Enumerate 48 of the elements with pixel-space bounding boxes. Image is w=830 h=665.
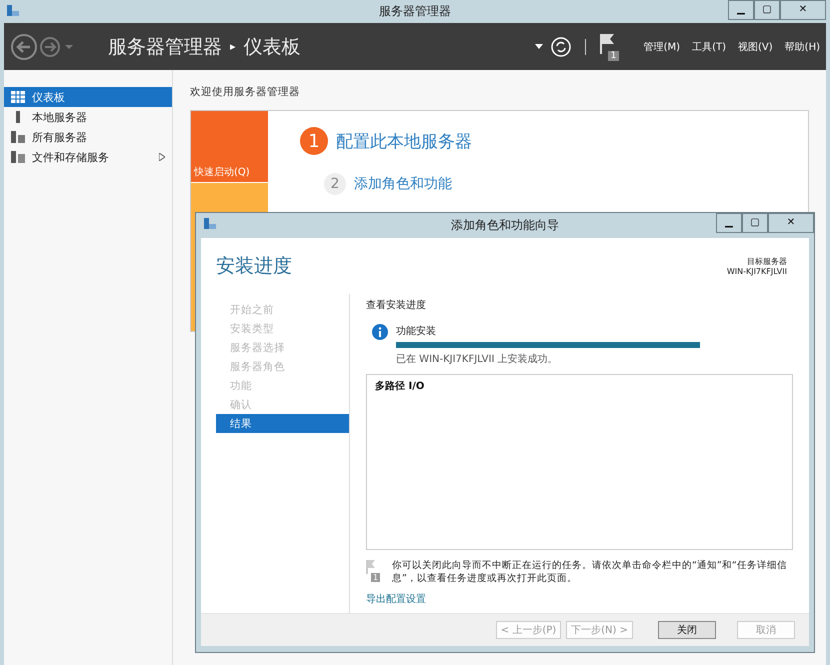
note-text: 你可以关闭此向导而不中断正在运行的任务。请依次单击命令栏中的“通知”和“任务详细信息”，以查看任务进度或再次打开此页面。 (392, 560, 788, 586)
sidebar-item[interactable]: 本地服务器 (4, 107, 172, 127)
back-forward-icon[interactable] (10, 32, 74, 60)
target-server-name: WIN-KJI7KFJLVII (726, 267, 787, 276)
servers-icon (11, 131, 25, 143)
flag-icon (366, 560, 378, 574)
breadcrumb-app[interactable]: 服务器管理器 (108, 34, 222, 60)
expand-arrow-icon[interactable] (159, 153, 165, 161)
storage-icon (11, 151, 25, 163)
step-link[interactable]: 添加角色和功能 (354, 175, 452, 193)
export-link[interactable]: 导出配置设置 (366, 592, 426, 606)
target-server-label: 目标服务器 (747, 256, 787, 267)
section-heading: 欢迎使用服务器管理器 (190, 85, 301, 99)
dropdown-caret-icon[interactable] (534, 44, 543, 49)
server-manager-icon (203, 217, 217, 231)
grid-icon (11, 91, 25, 103)
minimize-button[interactable]: ▁ (716, 213, 742, 233)
refresh-icon[interactable] (550, 36, 571, 56)
window-title: 添加角色和功能向导 (451, 217, 559, 234)
section-title: 查看安装进度 (366, 298, 427, 312)
result-item: 多路径 I/O (375, 380, 426, 393)
wizard-step[interactable]: 结果 (216, 414, 349, 433)
page-heading: 安装进度 (216, 254, 292, 279)
menu-item[interactable]: 管理(M) (644, 40, 680, 54)
notification-count: 1 (608, 50, 620, 60)
breadcrumb-separator: ▸ (230, 40, 236, 53)
breadcrumb-page: 仪表板 (244, 34, 301, 60)
progress-label: 功能安装 (396, 324, 437, 338)
step-number: 1 (300, 127, 328, 155)
menu-item[interactable]: 帮助(H) (784, 40, 820, 54)
status-text: 已在 WIN-KJI7KFJLVII 上安装成功。 (396, 352, 559, 366)
maximize-button[interactable]: ▢ (754, 0, 780, 20)
close-button[interactable]: ✕ (768, 213, 814, 233)
sidebar-item[interactable]: 文件和存储服务 (4, 147, 172, 167)
menu-item[interactable]: 工具(T) (692, 40, 726, 54)
window-title: 服务器管理器 (379, 3, 451, 20)
close-button[interactable]: ✕ (780, 0, 826, 20)
minimize-button[interactable]: ▁ (728, 0, 754, 20)
maximize-button[interactable]: ▢ (742, 213, 768, 233)
info-icon (372, 324, 388, 340)
sidebar-item[interactable]: 仪表板 (4, 87, 172, 107)
step-link[interactable]: 配置此本地服务器 (336, 130, 472, 152)
step-number: 2 (324, 173, 346, 195)
menu-item[interactable]: 视图(V) (738, 40, 773, 54)
wizard-button[interactable]: 关闭 (658, 621, 716, 639)
notification-count: 1 (371, 573, 380, 582)
sidebar-item[interactable]: 所有服务器 (4, 127, 172, 147)
server-manager-icon (6, 4, 20, 18)
